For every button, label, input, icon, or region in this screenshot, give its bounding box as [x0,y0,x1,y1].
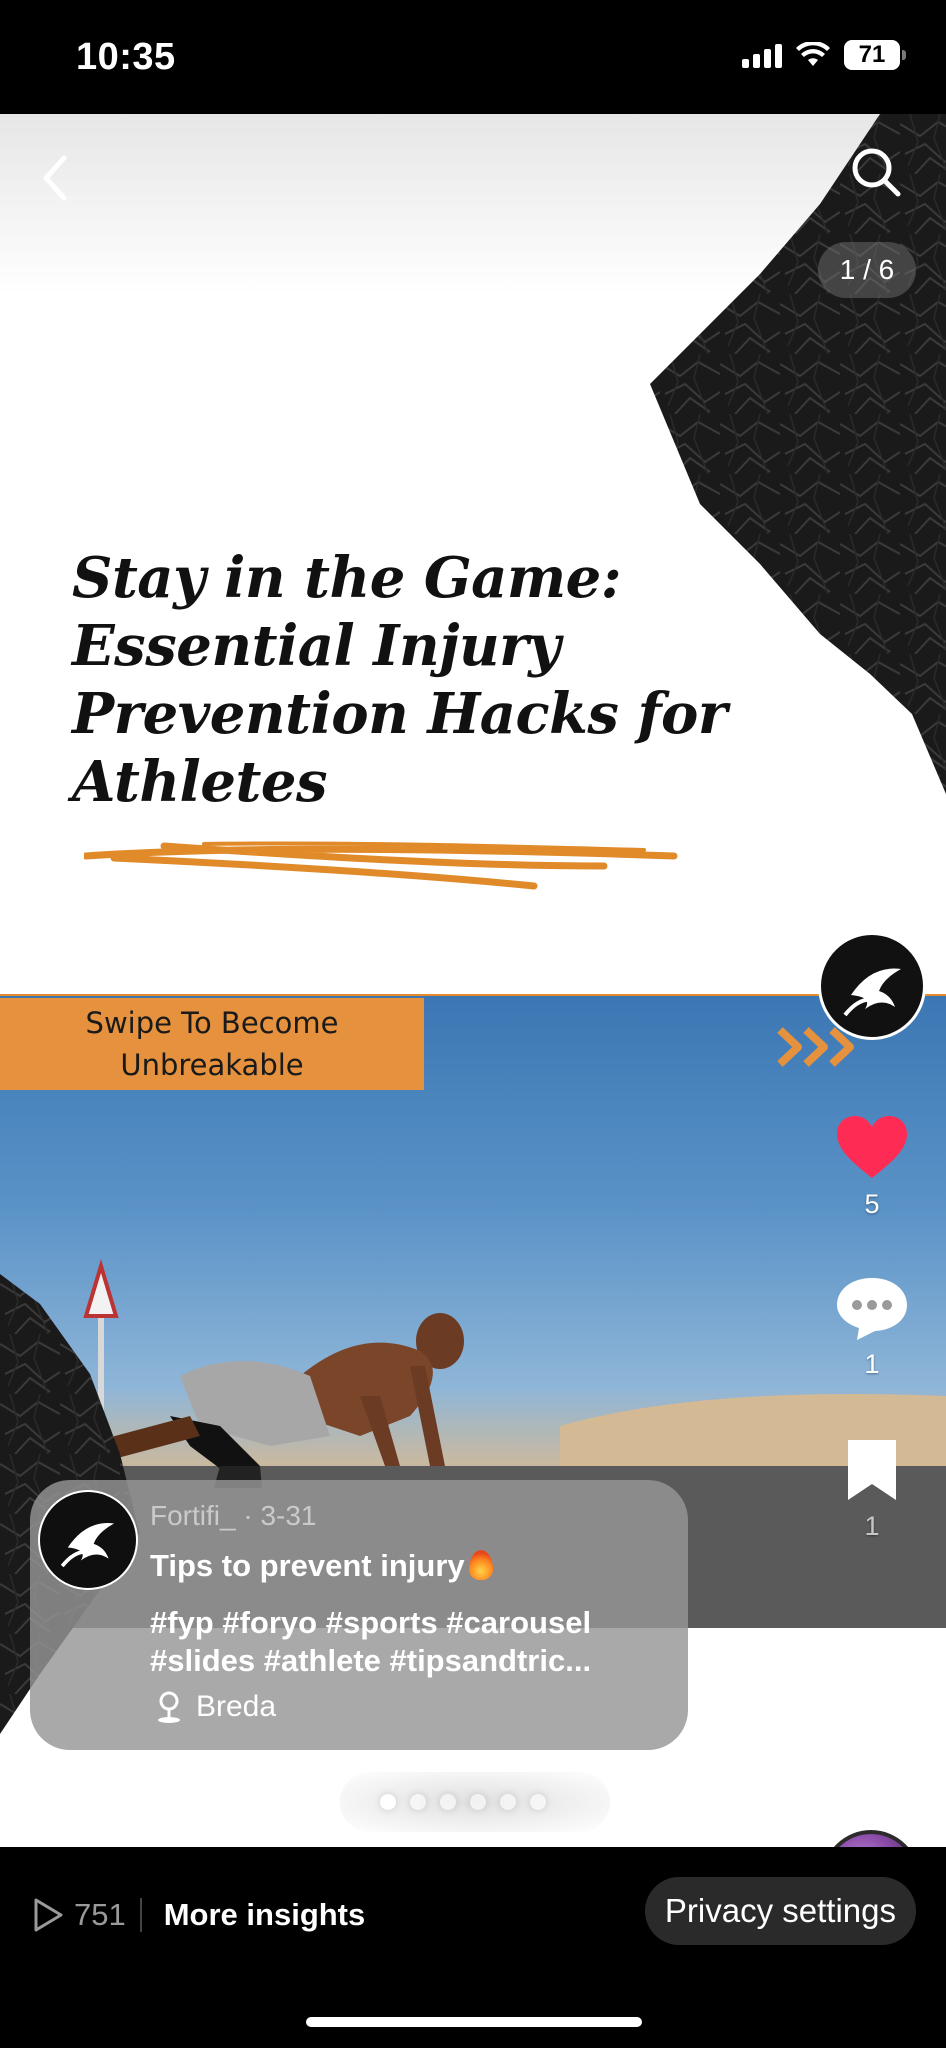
comment-icon [837,1278,907,1340]
back-icon [43,155,67,201]
battery-icon: 71 [844,40,906,70]
home-indicator [306,2017,642,2027]
hashtags-line: #fyp #foryo #sports #carousel [150,1605,592,1640]
search-button[interactable] [846,142,906,202]
status-bar: 10:35 71 [0,0,946,114]
signal-icon [742,42,782,68]
caption-card[interactable]: Fortifi_ · 3-31 Tips to prevent injury #… [30,1480,688,1750]
bookmark-button[interactable]: 1 [830,1438,914,1542]
location-label: Breda [196,1690,277,1723]
title-line: Essential Injury [72,613,561,679]
title-line: Athletes [72,749,327,815]
swipe-banner-line: Swipe To Become [85,1006,339,1040]
hashtags-line: #slides #athlete #tipsandtric... [150,1643,592,1678]
swipe-banner: Swipe To Become Unbreakable [0,998,424,1090]
more-icon[interactable] [842,1730,902,1746]
comment-count: 1 [864,1349,880,1379]
sound-disc[interactable] [822,1830,920,1847]
divider [139,1898,142,1932]
caption-title: Tips to prevent injury [150,1548,493,1584]
privacy-settings-button[interactable]: Privacy settings [644,1877,916,1945]
title-line: Prevention Hacks for [72,681,727,747]
bookmark-icon [848,1440,896,1500]
brush-stroke-decoration [84,841,678,890]
more-insights-link[interactable]: More insights [164,1897,366,1933]
carousel-dot [500,1794,516,1810]
view-count: 751 [74,1897,126,1932]
save-count: 1 [864,1511,880,1541]
status-icons: 71 [742,40,906,70]
carousel-dot-active [380,1794,396,1810]
heart-icon [837,1116,907,1178]
carousel-dots [380,1794,546,1810]
caption-author[interactable]: Fortifi_ [150,1500,236,1531]
fire-emoji-icon [468,1550,493,1580]
carousel-dot [440,1794,456,1810]
search-icon [852,148,901,197]
caption-title-text: Tips to prevent injury [150,1548,465,1583]
bottom-bar: 751 More insights Privacy settings [0,1847,946,2048]
status-time: 10:35 [76,36,176,78]
comment-button[interactable]: 1 [830,1274,914,1380]
caption-meta: Fortifi_ · 3-31 [150,1500,317,1532]
swipe-banner-line: Unbreakable [120,1048,304,1082]
caption-date: · 3-31 [243,1500,317,1531]
wifi-icon [796,42,830,66]
page-counter: 1 / 6 [818,242,916,298]
caption-hashtags[interactable]: #fyp #foryo #sports #carousel #slides #a… [150,1604,670,1680]
back-button[interactable] [34,148,78,208]
location-tag[interactable]: Breda [154,1690,276,1724]
like-count: 5 [864,1189,880,1219]
creator-avatar[interactable] [818,932,926,1040]
carousel-dot [470,1794,486,1810]
views-insights[interactable]: 751 More insights [32,1897,365,1933]
title-line: Stay in the Game: [72,545,621,611]
carousel-dot [530,1794,546,1810]
brand-logo-icon [60,1523,115,1568]
slide-title: Stay in the Game: Essential Injury Preve… [72,544,792,816]
like-button[interactable]: 5 [830,1114,914,1220]
play-icon [34,1898,63,1932]
caption-avatar[interactable] [38,1490,138,1590]
carousel-dot [410,1794,426,1810]
location-pin-icon [158,1691,180,1723]
carousel-slide[interactable]: Stay in the Game: Essential Injury Preve… [0,114,946,1847]
